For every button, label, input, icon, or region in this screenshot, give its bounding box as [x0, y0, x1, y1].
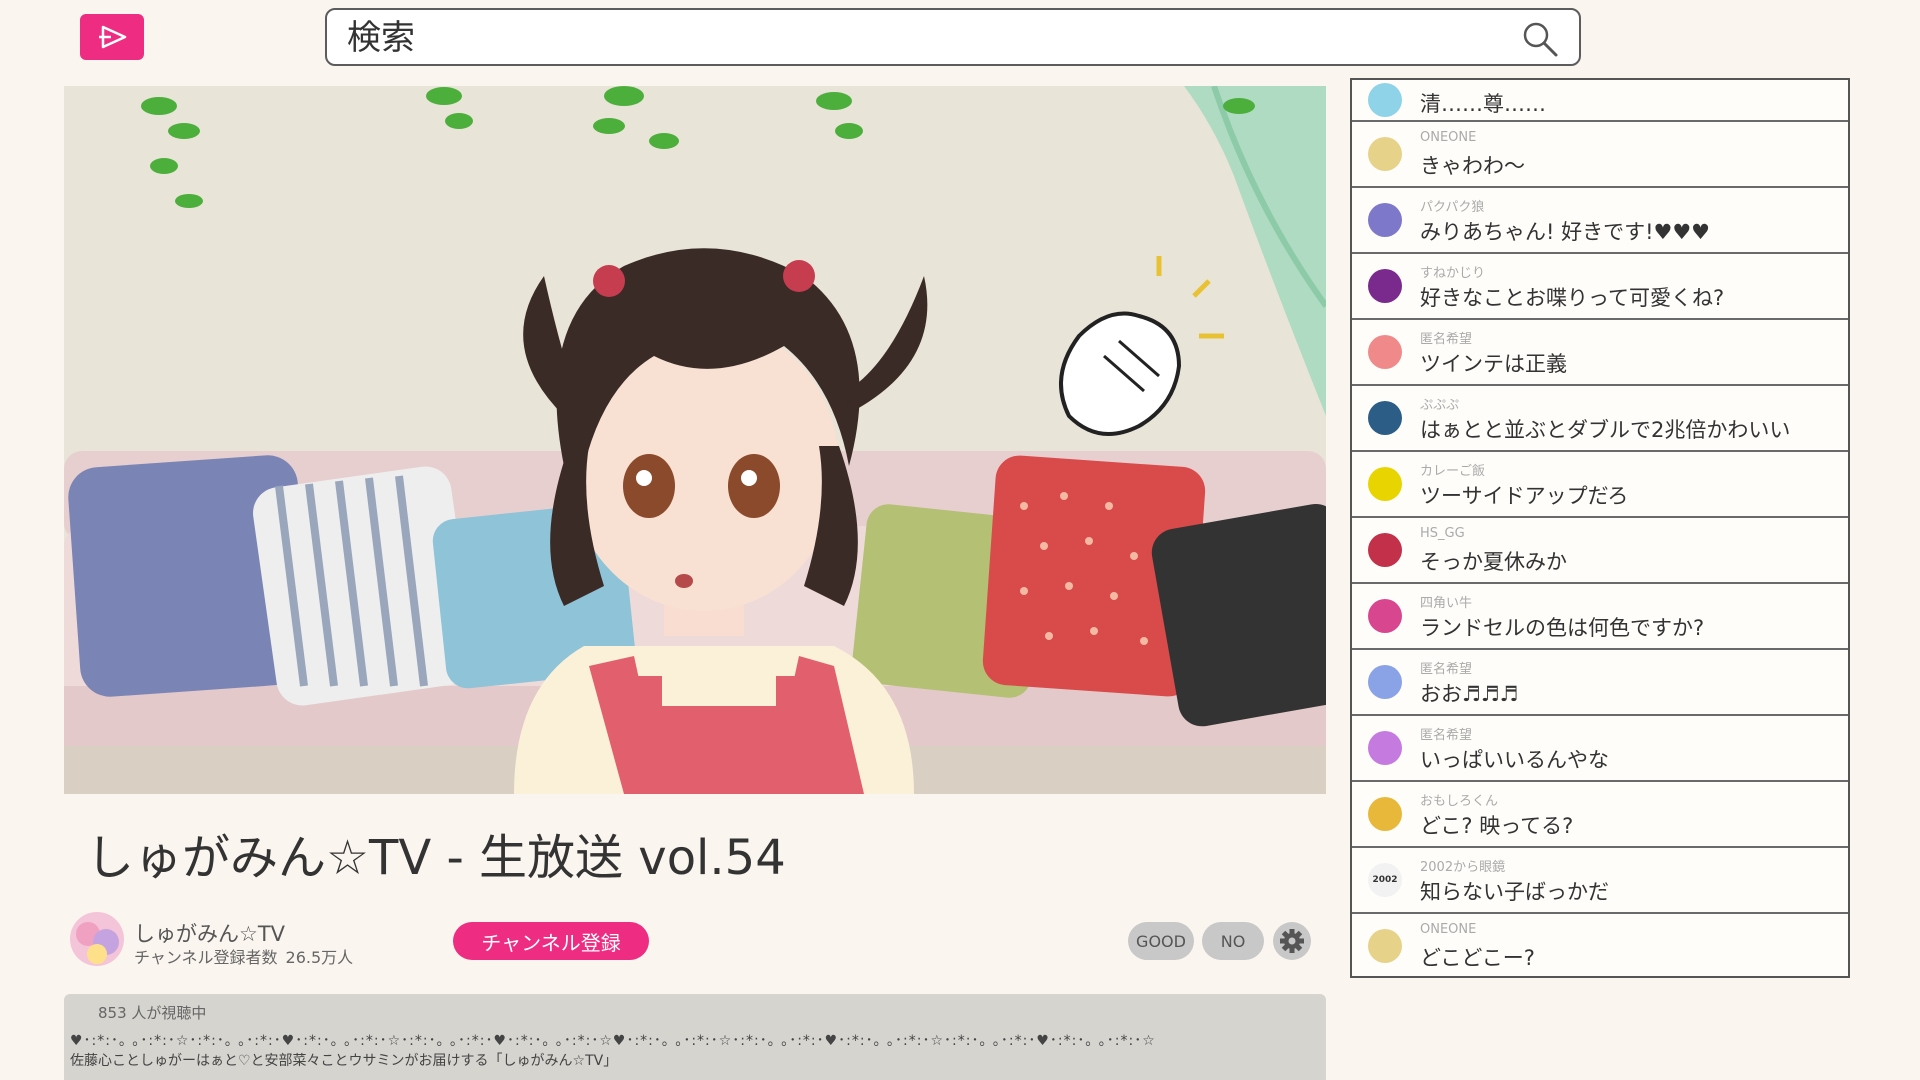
chat-message: 2002 2002から眼鏡知らない子ばっかだ [1352, 848, 1848, 914]
good-button[interactable]: GOOD [1128, 922, 1194, 960]
chat-message-text: どこどこー? [1420, 946, 1535, 970]
chat-avatar[interactable] [1368, 929, 1402, 963]
subscriber-count: チャンネル登録者数 26.5万人 [134, 944, 353, 968]
chat-username[interactable]: ぷぷぷ [1420, 394, 1459, 413]
description-text: 佐藤心ことしゅがーはぁと♡と安部菜々ことウサミンがお届けする「しゅがみん☆TV」 [70, 1053, 618, 1069]
subscribe-button[interactable]: チャンネル登録 [453, 922, 649, 960]
chat-message-text: おお♬♬♬ [1420, 682, 1519, 706]
chat-username[interactable]: 匿名希望 [1420, 724, 1472, 743]
chat-username[interactable]: おもしろくん [1420, 790, 1498, 809]
subscriber-count-value: 26.5万人 [285, 948, 354, 967]
chat-username[interactable]: パクパク狼 [1420, 196, 1484, 215]
chat-username[interactable]: 2002から眼鏡 [1420, 856, 1505, 875]
viewer-count: 853 人が視聴中 [98, 1004, 207, 1022]
chat-avatar[interactable] [1368, 269, 1402, 303]
chat-message-text: そっか夏休みか [1420, 550, 1567, 574]
chat-message: 清……尊…… [1352, 80, 1848, 122]
channel-avatar[interactable] [70, 912, 124, 966]
chat-message-text: どこ? 映ってる? [1420, 814, 1574, 838]
chat-message-text: ツーサイドアップだろ [1420, 484, 1629, 508]
chat-message-text: ツインテは正義 [1420, 352, 1567, 376]
gear-icon [1280, 929, 1304, 953]
chat-message: HS_GG そっか夏休みか [1352, 518, 1848, 584]
chat-message-text: みりあちゃん! 好きです!♥♥♥ [1420, 220, 1710, 244]
chat-username[interactable]: 匿名希望 [1420, 328, 1472, 347]
chat-avatar[interactable] [1368, 665, 1402, 699]
chat-avatar[interactable] [1368, 731, 1402, 765]
chat-avatar[interactable] [1368, 83, 1402, 117]
chat-username[interactable]: 四角い牛 [1420, 592, 1472, 611]
chat-message-text: きゃわわ〜 [1420, 154, 1525, 178]
chat-message: ぷぷぷはぁとと並ぶとダブルで2兆倍かわいい [1352, 386, 1848, 452]
chat-message: パクパク狼みりあちゃん! 好きです!♥♥♥ [1352, 188, 1848, 254]
video-description[interactable]: 853 人が視聴中 ♥･:*:･｡ ｡･:*:･☆･:*:･｡ ｡･:*:･♥･… [64, 994, 1326, 1080]
chat-message: 四角い牛ランドセルの色は何色ですか? [1352, 584, 1848, 650]
chat-message: 匿名希望いっぱいいるんやな [1352, 716, 1848, 782]
search-input[interactable] [347, 18, 1487, 58]
chat-avatar[interactable]: 2002 [1368, 863, 1402, 897]
no-button[interactable]: NO [1202, 922, 1264, 960]
description-decoration: ♥･:*:･｡ ｡･:*:･☆･:*:･｡ ｡･:*:･♥･:*:･｡ ｡･:*… [70, 1033, 1156, 1049]
chat-avatar[interactable] [1368, 203, 1402, 237]
chat-message: カレーご飯ツーサイドアップだろ [1352, 452, 1848, 518]
chat-message: ONEONE どこどこー? [1352, 914, 1848, 976]
chat-message-text: 知らない子ばっかだ [1420, 880, 1609, 904]
chat-username[interactable]: HS_GG [1420, 526, 1465, 541]
chat-avatar[interactable] [1368, 401, 1402, 435]
live-chat-panel[interactable]: 清……尊…… ONEONE きゃわわ〜 パクパク狼 みりあちゃん! 好きです!♥♥♥ すね… [1350, 78, 1850, 978]
chat-message: 匿名希望ツインテは正義 [1352, 320, 1848, 386]
video-player[interactable] [64, 86, 1326, 794]
chat-message-text: 清……尊…… [1420, 92, 1546, 116]
subscriber-count-label: チャンネル登録者数 [134, 948, 278, 967]
chat-avatar[interactable] [1368, 137, 1402, 171]
search-button[interactable] [1521, 20, 1559, 58]
chat-avatar[interactable] [1368, 797, 1402, 831]
chat-username[interactable]: すねかじり [1420, 262, 1485, 281]
search-bar [325, 8, 1581, 66]
chat-message: ONEONE きゃわわ〜 [1352, 122, 1848, 188]
chat-username[interactable]: ONEONE [1420, 130, 1476, 145]
chat-message-text: はぁとと並ぶとダブルで2兆倍かわいい [1420, 418, 1791, 442]
chat-avatar[interactable] [1368, 335, 1402, 369]
chat-avatar[interactable] [1368, 533, 1402, 567]
video-frame-illustration [64, 86, 1326, 794]
app-logo[interactable] [80, 14, 144, 60]
chat-message: 匿名希望おお♬♬♬ [1352, 650, 1848, 716]
chat-avatar[interactable] [1368, 599, 1402, 633]
chat-message-text: ランドセルの色は何色ですか? [1420, 616, 1705, 640]
chat-username[interactable]: カレーご飯 [1420, 460, 1485, 479]
chat-avatar[interactable] [1368, 467, 1402, 501]
chat-message-text: 好きなことお喋りって可愛くね? [1420, 286, 1725, 310]
channel-avatar-image [70, 912, 124, 966]
chat-message-text: いっぱいいるんやな [1420, 748, 1609, 772]
chat-username[interactable]: 匿名希望 [1420, 658, 1472, 677]
play-logo-icon [99, 25, 127, 49]
chat-message: すねかじり好きなことお喋りって可愛くね? [1352, 254, 1848, 320]
settings-button[interactable] [1273, 922, 1311, 960]
search-icon [1523, 22, 1558, 57]
video-title: しゅがみん☆TV - 生放送 vol.54 [86, 830, 786, 886]
chat-username[interactable]: ONEONE [1420, 922, 1476, 937]
chat-message: おもしろくんどこ? 映ってる? [1352, 782, 1848, 848]
